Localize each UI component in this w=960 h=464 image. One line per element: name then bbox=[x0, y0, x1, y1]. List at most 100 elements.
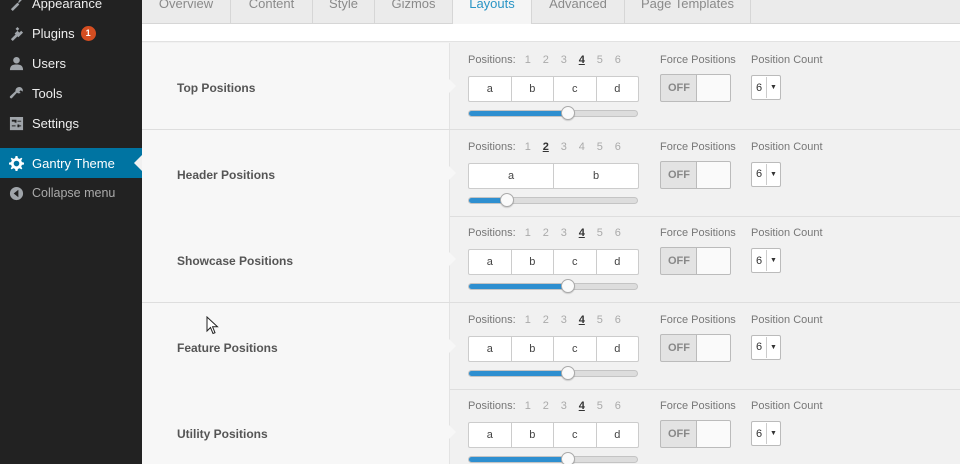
positions-label: Positions: bbox=[468, 400, 516, 412]
position-option-2[interactable]: 2 bbox=[537, 141, 555, 153]
appearance-icon bbox=[8, 0, 24, 11]
sidebar-item-label: Appearance bbox=[32, 0, 103, 11]
sidebar-item-tools[interactable]: Tools bbox=[0, 78, 142, 108]
slider-handle[interactable] bbox=[561, 279, 576, 293]
slider-handle[interactable] bbox=[561, 365, 576, 380]
slider-fill bbox=[469, 111, 569, 116]
position-option-6[interactable]: 6 bbox=[609, 314, 627, 326]
position-option-1[interactable]: 1 bbox=[519, 227, 537, 239]
position-count-select[interactable]: 6 ▼ bbox=[751, 421, 781, 446]
position-option-3[interactable]: 3 bbox=[555, 314, 573, 326]
dropdown-arrow-icon: ▼ bbox=[766, 250, 780, 271]
position-boxes: abc d bbox=[468, 422, 639, 448]
slider-fill bbox=[469, 370, 569, 376]
dropdown-arrow-icon: ▼ bbox=[766, 163, 780, 185]
position-option-1[interactable]: 1 bbox=[519, 141, 537, 153]
row-label: Header Positions bbox=[177, 167, 276, 182]
position-count-select[interactable]: 6 ▼ bbox=[751, 248, 781, 273]
sidebar-item-gantry-theme[interactable]: Gantry Theme bbox=[0, 148, 142, 178]
position-box-b: b bbox=[512, 423, 554, 447]
positions-slider[interactable] bbox=[468, 279, 638, 293]
tab-page-templates[interactable]: Page Templates bbox=[625, 0, 751, 24]
position-option-1[interactable]: 1 bbox=[519, 314, 537, 326]
position-option-4[interactable]: 4 bbox=[573, 141, 591, 153]
position-option-2[interactable]: 2 bbox=[537, 400, 555, 412]
position-option-5[interactable]: 5 bbox=[591, 227, 609, 239]
position-option-1[interactable]: 1 bbox=[519, 400, 537, 412]
users-icon bbox=[8, 55, 24, 71]
toggle-knob bbox=[696, 161, 730, 188]
position-count-select[interactable]: 6 ▼ bbox=[751, 161, 781, 187]
settings-icon bbox=[8, 115, 24, 131]
position-option-2[interactable]: 2 bbox=[537, 227, 555, 239]
tab-gizmos[interactable]: Gizmos bbox=[375, 0, 453, 24]
mouse-cursor-icon bbox=[206, 316, 219, 335]
position-count-select[interactable]: 6 ▼ bbox=[751, 334, 781, 360]
position-box-a: a bbox=[469, 423, 512, 447]
force-positions-toggle[interactable]: OFF bbox=[660, 247, 731, 275]
sidebar-item-label: Tools bbox=[32, 85, 63, 101]
collapse-menu-button[interactable]: Collapse menu bbox=[0, 178, 142, 208]
position-option-6[interactable]: 6 bbox=[609, 400, 627, 412]
sidebar-item-label: Users bbox=[32, 55, 66, 71]
sidebar-item-appearance[interactable]: Appearance bbox=[0, 0, 142, 18]
position-option-4[interactable]: 4 bbox=[573, 314, 591, 326]
tab-style[interactable]: Style bbox=[313, 0, 375, 24]
position-count-label: Position Count bbox=[751, 54, 823, 66]
position-count-value: 6 bbox=[755, 81, 763, 94]
slider-handle[interactable] bbox=[561, 106, 576, 120]
position-option-5[interactable]: 5 bbox=[591, 54, 609, 66]
toggle-knob bbox=[696, 334, 730, 361]
position-option-5[interactable]: 5 bbox=[591, 141, 609, 153]
positions-slider[interactable] bbox=[468, 365, 638, 380]
position-option-3[interactable]: 3 bbox=[555, 227, 573, 239]
position-option-6[interactable]: 6 bbox=[609, 227, 627, 239]
position-option-3[interactable]: 3 bbox=[555, 400, 573, 412]
position-box-d: d bbox=[614, 83, 621, 95]
sidebar-item-plugins[interactable]: Plugins 1 bbox=[0, 18, 142, 48]
layout-row-utility-positions: Utility Positions Positions: 123456 abcd… bbox=[142, 389, 960, 464]
force-positions-label: Force Positions bbox=[660, 400, 736, 412]
position-option-4[interactable]: 4 bbox=[573, 54, 591, 66]
positions-options: 123456 bbox=[519, 400, 627, 412]
tab-advanced[interactable]: Advanced bbox=[532, 0, 625, 24]
sidebar-item-label: Settings bbox=[32, 115, 79, 131]
position-box-c: c bbox=[554, 77, 597, 101]
position-option-5[interactable]: 5 bbox=[591, 400, 609, 412]
slider-handle[interactable] bbox=[561, 452, 576, 464]
position-option-4[interactable]: 4 bbox=[573, 400, 591, 412]
position-option-2[interactable]: 2 bbox=[537, 314, 555, 326]
sidebar-item-label: Plugins bbox=[32, 25, 75, 41]
tab-content[interactable]: Content bbox=[231, 0, 313, 24]
positions-label: Positions: bbox=[468, 140, 516, 153]
position-box-b: b bbox=[512, 250, 554, 274]
position-option-2[interactable]: 2 bbox=[537, 54, 555, 66]
slider-handle[interactable] bbox=[500, 192, 515, 207]
position-boxes: abc d bbox=[468, 335, 639, 362]
position-count-label: Position Count bbox=[751, 400, 823, 412]
tab-layouts[interactable]: Layouts bbox=[453, 0, 532, 24]
position-option-4[interactable]: 4 bbox=[573, 227, 591, 239]
row-label: Showcase Positions bbox=[177, 254, 294, 268]
tab-overview[interactable]: Overview bbox=[142, 0, 231, 24]
position-option-3[interactable]: 3 bbox=[555, 141, 573, 153]
position-boxes: abc d bbox=[468, 76, 639, 102]
force-positions-toggle[interactable]: OFF bbox=[660, 333, 731, 362]
sidebar-item-users[interactable]: Users bbox=[0, 48, 142, 78]
force-positions-toggle[interactable]: OFF bbox=[660, 420, 731, 448]
dropdown-arrow-icon: ▼ bbox=[766, 423, 780, 444]
position-option-3[interactable]: 3 bbox=[555, 54, 573, 66]
plugins-icon bbox=[8, 25, 24, 41]
sidebar-item-settings[interactable]: Settings bbox=[0, 108, 142, 138]
position-count-select[interactable]: 6 ▼ bbox=[751, 75, 781, 100]
position-option-6[interactable]: 6 bbox=[609, 141, 627, 153]
position-option-5[interactable]: 5 bbox=[591, 314, 609, 326]
positions-slider[interactable] bbox=[468, 452, 638, 464]
positions-slider[interactable] bbox=[468, 106, 638, 120]
positions-slider[interactable] bbox=[468, 192, 638, 207]
force-positions-toggle[interactable]: OFF bbox=[660, 74, 731, 102]
position-option-6[interactable]: 6 bbox=[609, 54, 627, 66]
admin-sidebar: Appearance Plugins 1 Users Tools Setting… bbox=[0, 0, 142, 464]
force-positions-toggle[interactable]: OFF bbox=[660, 160, 731, 189]
position-option-1[interactable]: 1 bbox=[519, 54, 537, 66]
